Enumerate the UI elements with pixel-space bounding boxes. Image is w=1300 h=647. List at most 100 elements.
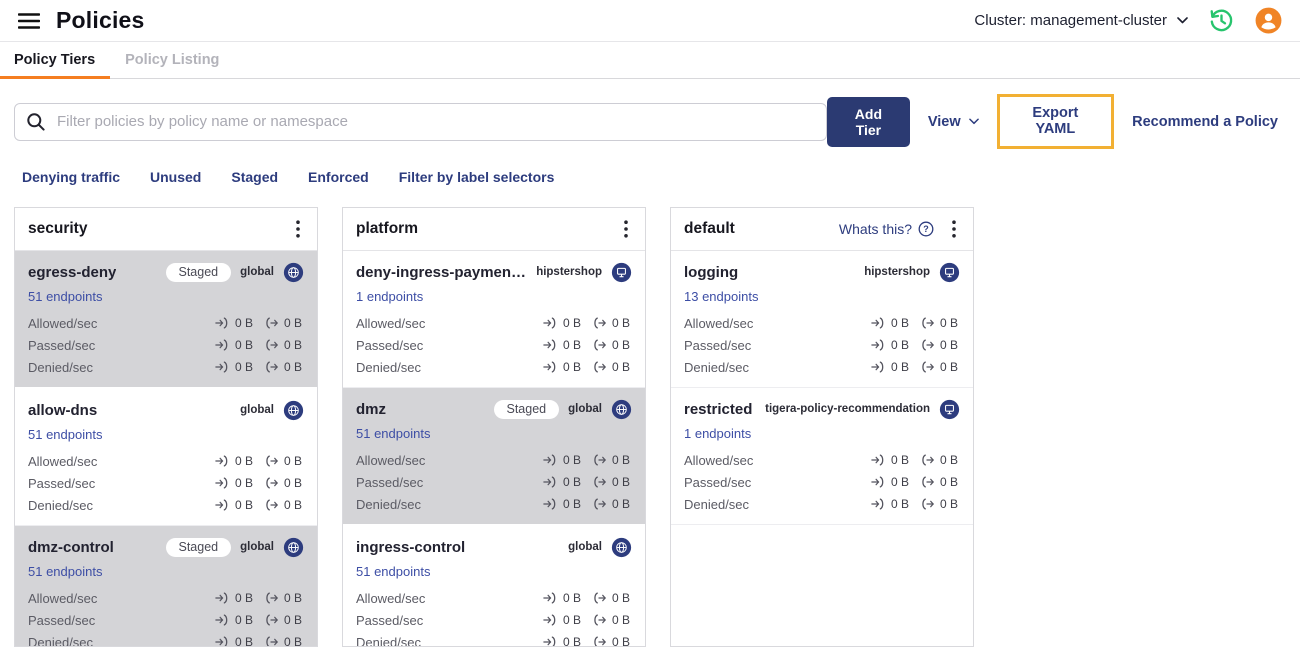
egress-value: 0 B [612,453,630,467]
metric-label: Passed/sec [28,338,95,353]
policy-card[interactable]: ingress-controlglobal51 endpointsAllowed… [343,526,645,647]
namespace-icon [939,399,960,420]
egress-icon [592,498,607,510]
whats-this-link[interactable]: Whats this?? [839,221,934,237]
metric-group: 0 B [215,476,253,490]
egress-value: 0 B [612,316,630,330]
ingress-value: 0 B [235,360,253,374]
egress-icon [592,339,607,351]
endpoints-link[interactable]: 51 endpoints [28,427,102,442]
metric-label: Denied/sec [28,498,93,513]
policy-card-meta: Stagedglobal [158,537,305,558]
tier-menu-button[interactable] [292,218,304,240]
metric-row: Allowed/sec0 B0 B [356,312,632,334]
metric-group: 0 B [871,453,909,467]
policy-card[interactable]: deny-ingress-paymentservi…hipstershop1 e… [343,251,645,388]
policy-card[interactable]: allow-dnsglobal51 endpointsAllowed/sec0 … [15,389,317,526]
policy-filter-input[interactable] [14,103,827,141]
endpoints-link[interactable]: 51 endpoints [356,426,430,441]
filter-denying-traffic[interactable]: Denying traffic [22,169,120,185]
kebab-menu-icon [624,220,628,238]
endpoints-link[interactable]: 1 endpoints [684,426,751,441]
policy-card-meta: global [232,400,304,421]
metric-group: 0 B [871,338,909,352]
policy-card[interactable]: dmz-controlStagedglobal51 endpointsAllow… [15,526,317,647]
metric-group: 0 B [543,591,581,605]
ingress-icon [215,499,230,511]
tier-menu-button[interactable] [948,218,960,240]
egress-icon [920,317,935,329]
metric-group: 0 B [592,635,630,647]
metric-label: Passed/sec [356,613,423,628]
svg-text:?: ? [923,224,929,234]
tab-policy-tiers[interactable]: Policy Tiers [0,42,110,78]
metric-group: 0 B [920,338,958,352]
add-tier-button[interactable]: Add Tier [827,97,910,147]
policy-card[interactable]: logginghipstershop13 endpointsAllowed/se… [671,251,973,388]
metric-label: Allowed/sec [356,591,425,606]
metric-values: 0 B0 B [871,497,960,511]
metric-label: Denied/sec [684,360,749,375]
recommend-policy-button[interactable]: Recommend a Policy [1132,114,1278,130]
avatar-button[interactable] [1255,7,1282,34]
endpoints-link[interactable]: 51 endpoints [28,564,102,579]
scope-label: global [240,404,274,416]
tier-column-security: securityegress-denyStagedglobal51 endpoi… [14,207,318,647]
metric-row: Passed/sec0 B0 B [356,334,632,356]
tier-menu-button[interactable] [620,218,632,240]
scope-label: hipstershop [536,266,602,278]
ingress-icon [215,477,230,489]
metric-group: 0 B [592,591,630,605]
endpoints-link[interactable]: 13 endpoints [684,289,758,304]
metric-row: Passed/sec0 B0 B [356,609,632,631]
egress-icon [920,361,935,373]
policy-name: dmz-control [28,539,114,556]
egress-value: 0 B [284,360,302,374]
policy-card[interactable]: egress-denyStagedglobal51 endpointsAllow… [15,251,317,389]
metric-label: Passed/sec [28,613,95,628]
hamburger-menu-button[interactable] [16,11,42,31]
topbar: Policies Cluster: management-cluster [0,0,1300,42]
tab-policy-listing[interactable]: Policy Listing [110,42,234,78]
egress-icon [264,317,279,329]
ingress-value: 0 B [235,338,253,352]
filter-staged[interactable]: Staged [231,169,278,185]
ingress-icon [215,592,230,604]
policy-card[interactable]: dmzStagedglobal51 endpointsAllowed/sec0 … [343,388,645,526]
hamburger-icon [18,13,40,29]
filter-enforced[interactable]: Enforced [308,169,369,185]
ingress-value: 0 B [563,475,581,489]
egress-icon [264,339,279,351]
metric-group: 0 B [215,360,253,374]
topbar-right: Cluster: management-cluster [974,7,1282,34]
export-yaml-button[interactable]: Export YAML [1014,105,1098,137]
egress-value: 0 B [612,475,630,489]
metric-group: 0 B [592,497,630,511]
endpoints-link[interactable]: 51 endpoints [356,564,430,579]
scope-label: hipstershop [864,266,930,278]
ingress-value: 0 B [563,497,581,511]
policy-card[interactable]: restrictedtigera-policy-recommendation1 … [671,388,973,525]
global-icon [283,537,304,558]
kebab-menu-icon [952,220,956,238]
egress-icon [592,636,607,647]
metric-label: Passed/sec [356,338,423,353]
endpoints-link[interactable]: 1 endpoints [356,289,423,304]
ingress-value: 0 B [235,635,253,647]
metric-values: 0 B0 B [871,453,960,467]
staged-badge: Staged [494,400,560,419]
global-icon [283,400,304,421]
egress-value: 0 B [284,613,302,627]
view-dropdown[interactable]: View [928,114,979,130]
metric-values: 0 B0 B [871,475,960,489]
cluster-selector[interactable]: Cluster: management-cluster [974,12,1188,29]
metrics: Allowed/sec0 B0 BPassed/sec0 B0 BDenied/… [684,312,960,378]
egress-value: 0 B [284,338,302,352]
filter-unused[interactable]: Unused [150,169,201,185]
ingress-icon [543,317,558,329]
egress-value: 0 B [612,613,630,627]
filter-by-label-selectors[interactable]: Filter by label selectors [399,169,555,185]
history-button[interactable] [1208,7,1235,34]
egress-value: 0 B [284,635,302,647]
endpoints-link[interactable]: 51 endpoints [28,289,102,304]
